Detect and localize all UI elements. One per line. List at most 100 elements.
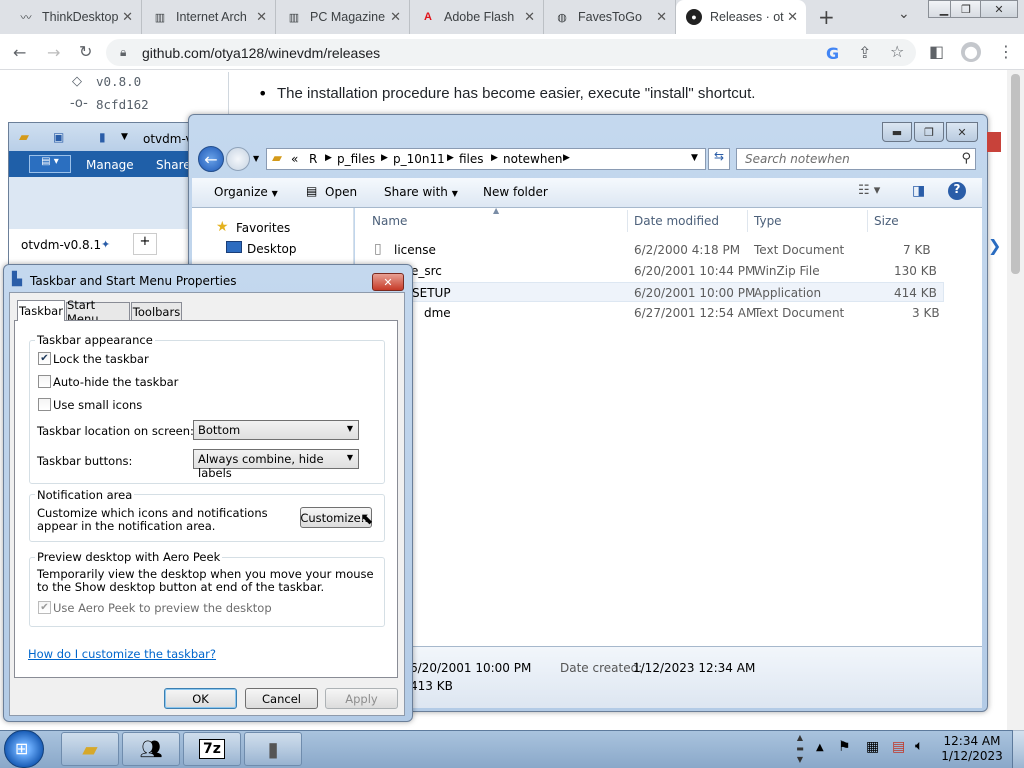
chevron-down-icon[interactable]: ▼: [121, 132, 128, 142]
column-size[interactable]: Size: [874, 214, 899, 228]
release-tag[interactable]: v0.8.0: [96, 74, 141, 89]
save-icon[interactable]: ▣: [53, 130, 64, 144]
tab-internet-archive[interactable]: ▥ Internet Arch ✕: [142, 0, 276, 34]
close-icon[interactable]: ✕: [656, 9, 667, 25]
breadcrumb-p-10n11[interactable]: p_10n11: [393, 152, 445, 166]
file-row-selected[interactable]: SETUP 6/20/2001 10:00 PM Application 414…: [356, 282, 944, 302]
taskbar-users-button[interactable]: 👥︎: [122, 732, 180, 766]
tab-favestogo[interactable]: ◍ FavesToGo ✕: [544, 0, 676, 34]
ribbon-tab-share[interactable]: Share: [156, 158, 191, 172]
taskbar-clock[interactable]: 12:34 AM 1/12/2023: [932, 734, 1012, 764]
show-desktop-button[interactable]: [1012, 730, 1024, 768]
buttons-select[interactable]: Always combine, hide labels ▼: [193, 449, 359, 480]
chevron-down-icon[interactable]: ▼: [691, 153, 698, 163]
background-close-button[interactable]: [987, 132, 1001, 152]
recent-pages-chevron-icon[interactable]: ▼: [253, 154, 259, 163]
explorer-search-box[interactable]: Search notewhen ⚲: [736, 148, 976, 170]
peek-label[interactable]: Use Aero Peek to preview the desktop: [53, 601, 272, 615]
commit-hash[interactable]: 8cfd162: [96, 97, 149, 112]
chevron-right-icon[interactable]: ▶: [447, 153, 454, 163]
column-date[interactable]: Date modified: [634, 214, 719, 228]
breadcrumb-notewhen[interactable]: notewhen: [503, 152, 562, 166]
share-icon[interactable]: ⇪: [858, 43, 871, 62]
restore-button[interactable]: ❐: [950, 0, 982, 18]
chevron-right-icon[interactable]: ❯: [988, 236, 1001, 255]
reload-icon[interactable]: ↻: [79, 42, 92, 61]
ribbon-tab-manage[interactable]: Manage: [86, 158, 134, 172]
close-button[interactable]: ✕: [980, 0, 1018, 18]
network-icon[interactable]: ▤: [892, 739, 905, 755]
breadcrumb-p-files[interactable]: p_files: [337, 152, 375, 166]
lock-checkbox[interactable]: ✔: [38, 352, 51, 365]
lock-icon[interactable]: 🔒︎: [120, 45, 126, 60]
chevron-down-icon[interactable]: ⌄: [898, 6, 910, 22]
open-button[interactable]: Open: [325, 185, 357, 199]
preview-pane-icon[interactable]: ◨: [912, 183, 925, 199]
tab-taskbar[interactable]: Taskbar: [17, 300, 65, 321]
new-folder-button[interactable]: New folder: [483, 185, 548, 199]
autohide-checkbox[interactable]: [38, 375, 51, 388]
column-name[interactable]: Name: [372, 214, 407, 228]
help-link[interactable]: How do I customize the taskbar?: [28, 647, 216, 661]
breadcrumb-r[interactable]: R: [309, 152, 317, 166]
scrollbar[interactable]: [1007, 70, 1024, 730]
file-row[interactable]: dme 6/27/2001 12:54 AM Text Document 3 K…: [356, 303, 944, 323]
scrollbar-thumb[interactable]: [1011, 74, 1020, 274]
cancel-button[interactable]: Cancel: [245, 688, 318, 709]
organize-menu[interactable]: Organize ▼: [214, 185, 278, 199]
small-icons-checkbox[interactable]: [38, 398, 51, 411]
file-row[interactable]: e_src 6/20/2001 10:44 PM WinZip File 130…: [356, 261, 944, 281]
new-tab-icon[interactable]: +: [818, 5, 835, 29]
forward-icon[interactable]: →: [47, 43, 60, 62]
close-icon[interactable]: ✕: [390, 9, 401, 25]
maximize-button[interactable]: ❐: [914, 122, 944, 142]
tab-start-menu[interactable]: Start Menu: [66, 298, 130, 326]
autohide-label[interactable]: Auto-hide the taskbar: [53, 375, 178, 389]
close-icon[interactable]: ✕: [256, 9, 267, 25]
column-divider[interactable]: [747, 210, 748, 232]
explorer-address-bar[interactable]: ▰ « R ▶ p_files ▶ p_10n11 ▶ files ▶ note…: [266, 148, 706, 170]
back-icon[interactable]: ←: [13, 43, 26, 62]
share-with-menu[interactable]: Share with ▼: [384, 185, 458, 199]
properties-icon[interactable]: ▮: [99, 130, 106, 144]
tab-adobe-flash[interactable]: A Adobe Flash ✕: [410, 0, 544, 34]
dialog-close-button[interactable]: ✕: [372, 273, 404, 291]
folder-tab-label[interactable]: otvdm-v0.8.1: [21, 238, 101, 252]
chevron-right-icon[interactable]: ▶: [325, 153, 332, 163]
column-divider[interactable]: [867, 210, 868, 232]
chevron-right-icon[interactable]: ▶: [563, 153, 570, 163]
sidepanel-icon[interactable]: ◧: [929, 42, 944, 61]
help-icon[interactable]: ?: [948, 182, 966, 200]
small-icons-label[interactable]: Use small icons: [53, 398, 142, 412]
taskbar-explorer-button[interactable]: ▰: [61, 732, 119, 766]
nav-favorites[interactable]: Favorites: [236, 221, 290, 235]
peek-checkbox[interactable]: ✔: [38, 601, 51, 614]
column-divider[interactable]: [627, 210, 628, 232]
show-hidden-icons-icon[interactable]: ▲: [816, 742, 824, 753]
action-center-icon[interactable]: ⚑: [838, 739, 851, 755]
menu-icon[interactable]: ⋮: [998, 42, 1014, 61]
tab-releases[interactable]: ● Releases · ot ✕: [676, 0, 806, 34]
tab-pc-magazine[interactable]: ▥ PC Magazine ✕: [276, 0, 410, 34]
view-options-icon[interactable]: ☷ ▾: [858, 183, 880, 198]
refresh-icon[interactable]: ⇆: [708, 148, 730, 170]
google-icon[interactable]: G: [826, 44, 839, 63]
tab-thinkdesktop[interactable]: 〰 ThinkDesktop ✕: [8, 0, 142, 34]
start-button[interactable]: ⊞: [4, 730, 44, 768]
pin-icon[interactable]: ✦: [101, 238, 110, 251]
star-icon[interactable]: ☆: [890, 42, 904, 61]
close-icon[interactable]: ✕: [524, 9, 535, 25]
volume-icon[interactable]: 🔈︎: [915, 738, 923, 754]
ok-button[interactable]: OK: [164, 688, 237, 709]
taskbar-7zip-button[interactable]: 7z: [183, 732, 241, 766]
display-icon[interactable]: ▦: [866, 739, 879, 755]
close-button[interactable]: ✕: [946, 122, 978, 142]
close-icon[interactable]: ✕: [787, 9, 798, 25]
lock-label[interactable]: Lock the taskbar: [53, 352, 149, 366]
url-text[interactable]: github.com/otya128/winevdm/releases: [142, 45, 380, 61]
location-select[interactable]: Bottom ▼: [193, 420, 359, 440]
nav-desktop[interactable]: Desktop: [247, 242, 297, 256]
column-type[interactable]: Type: [754, 214, 782, 228]
breadcrumb-files[interactable]: files: [459, 152, 484, 166]
breadcrumb-overflow[interactable]: «: [291, 152, 298, 166]
